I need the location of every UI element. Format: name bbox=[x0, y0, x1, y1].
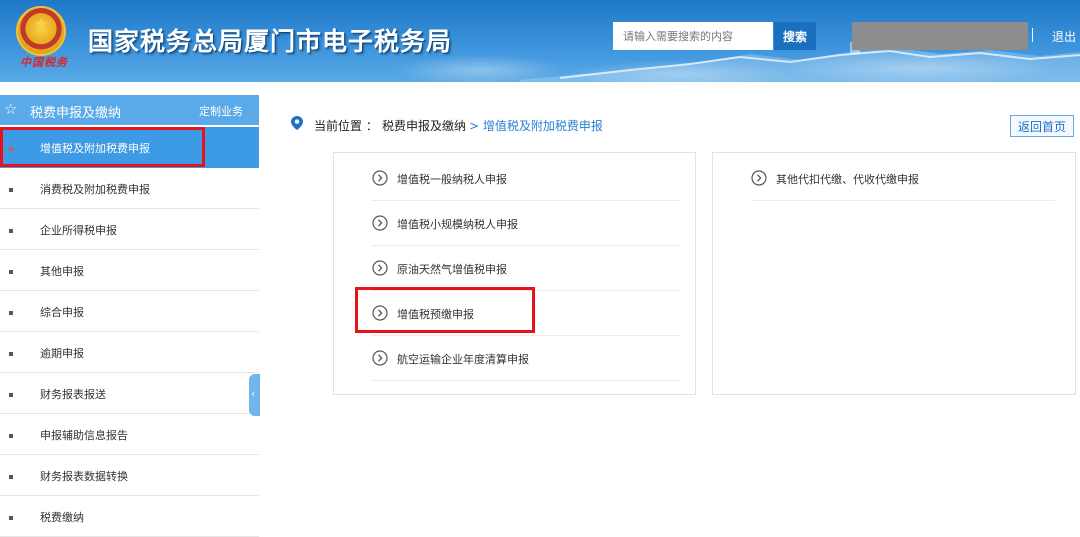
sidebar-item-label: 逾期申报 bbox=[40, 347, 84, 360]
sidebar-item-comprehensive-declaration[interactable]: 综合申报 bbox=[0, 291, 259, 332]
report-panel-left: 增值税一般纳税人申报 增值税小规模纳税人申报 原油天然气增值税申报 增值税预缴申… bbox=[333, 152, 696, 395]
chevron-right-circle-icon bbox=[372, 305, 388, 321]
bullet-icon bbox=[9, 229, 13, 233]
bullet-icon bbox=[9, 352, 13, 356]
search-button[interactable]: 搜索 bbox=[774, 22, 816, 50]
back-home-button[interactable]: 返回首页 bbox=[1010, 115, 1074, 137]
breadcrumb-prefix: 当前位置 ： bbox=[314, 119, 378, 133]
sidebar-item-tax-payment[interactable]: 税费缴纳 bbox=[0, 496, 259, 537]
bullet-icon bbox=[9, 434, 13, 438]
sidebar-item-overdue-declaration[interactable]: 逾期申报 bbox=[0, 332, 259, 373]
bullet-icon bbox=[9, 147, 13, 151]
sidebar-item-corporate-income-tax[interactable]: 企业所得税申报 bbox=[0, 209, 259, 250]
sidebar-collapse-handle[interactable]: ‹ bbox=[249, 374, 260, 416]
user-info-redacted bbox=[852, 22, 1028, 50]
sidebar: ☆ 税费申报及缴纳 定制业务 增值税及附加税费申报 消费税及附加税费申报 企业所… bbox=[0, 95, 259, 537]
breadcrumb-level2[interactable]: > 增值税及附加税费申报 bbox=[469, 117, 603, 134]
chevron-right-circle-icon bbox=[372, 350, 388, 366]
sidebar-item-auxiliary-info-report[interactable]: 申报辅助信息报告 bbox=[0, 414, 259, 455]
sidebar-item-label: 其他申报 bbox=[40, 265, 84, 278]
report-item-oil-gas-vat[interactable]: 原油天然气增值税申报 bbox=[372, 246, 680, 291]
sidebar-item-label: 税费缴纳 bbox=[40, 511, 84, 524]
logout-link[interactable]: 退出 bbox=[1052, 28, 1076, 45]
chevron-left-icon: ‹ bbox=[251, 387, 256, 400]
breadcrumb-level1[interactable]: 税费申报及缴纳 bbox=[382, 117, 466, 134]
chevron-right-circle-icon bbox=[372, 170, 388, 186]
report-item-vat-prepayment[interactable]: 增值税预缴申报 bbox=[372, 291, 680, 336]
sidebar-item-label: 增值税及附加税费申报 bbox=[40, 142, 150, 155]
sidebar-item-label: 财务报表数据转换 bbox=[40, 470, 128, 483]
report-item-withholding[interactable]: 其他代扣代缴、代收代缴申报 bbox=[751, 156, 1055, 201]
chevron-right-circle-icon bbox=[751, 170, 767, 186]
site-title: 国家税务总局厦门市电子税务局 bbox=[88, 27, 453, 56]
chevron-right-circle-icon bbox=[372, 260, 388, 276]
tax-emblem-icon: ★ bbox=[16, 6, 66, 56]
bullet-icon bbox=[9, 516, 13, 520]
report-label: 其他代扣代缴、代收代缴申报 bbox=[776, 173, 919, 186]
report-label: 增值税小规模纳税人申报 bbox=[397, 218, 518, 231]
star-icon[interactable]: ☆ bbox=[4, 101, 17, 117]
location-pin-icon bbox=[291, 116, 303, 130]
sidebar-item-other-declaration[interactable]: 其他申报 bbox=[0, 250, 259, 291]
chevron-right-circle-icon bbox=[372, 215, 388, 231]
header-divider bbox=[1032, 28, 1033, 42]
report-label: 增值税预缴申报 bbox=[397, 308, 474, 321]
bullet-icon bbox=[9, 188, 13, 192]
bullet-icon bbox=[9, 270, 13, 274]
sidebar-heading: 税费申报及缴纳 bbox=[30, 106, 122, 121]
bullet-icon bbox=[9, 311, 13, 315]
sidebar-item-label: 财务报表报送 bbox=[40, 388, 106, 401]
sidebar-item-statement-conversion[interactable]: 财务报表数据转换 bbox=[0, 455, 259, 496]
bullet-icon bbox=[9, 475, 13, 479]
bullet-icon bbox=[9, 393, 13, 397]
report-panel-right: 其他代扣代缴、代收代缴申报 bbox=[712, 152, 1076, 395]
sidebar-item-financial-statements[interactable]: 财务报表报送 bbox=[0, 373, 259, 414]
report-label: 航空运输企业年度清算申报 bbox=[397, 353, 529, 366]
emblem-script: 中国税务 bbox=[20, 56, 68, 69]
report-item-aviation-annual-settlement[interactable]: 航空运输企业年度清算申报 bbox=[372, 336, 680, 381]
sidebar-item-vat-surcharge[interactable]: 增值税及附加税费申报 bbox=[0, 127, 259, 168]
sidebar-item-label: 消费税及附加税费申报 bbox=[40, 183, 150, 196]
sidebar-item-consumption-tax[interactable]: 消费税及附加税费申报 bbox=[0, 168, 259, 209]
custom-business-link[interactable]: 定制业务 bbox=[199, 103, 243, 119]
sidebar-header: ☆ 税费申报及缴纳 定制业务 bbox=[0, 95, 259, 125]
site-header: ★ 中国税务 国家税务总局厦门市电子税务局 搜索 退出 bbox=[0, 0, 1080, 82]
sidebar-item-label: 企业所得税申报 bbox=[40, 224, 117, 237]
search-input[interactable] bbox=[613, 22, 773, 50]
sidebar-item-label: 申报辅助信息报告 bbox=[40, 429, 128, 442]
sidebar-item-label: 综合申报 bbox=[40, 306, 84, 319]
report-item-general-taxpayer[interactable]: 增值税一般纳税人申报 bbox=[372, 156, 680, 201]
report-label: 原油天然气增值税申报 bbox=[397, 263, 507, 276]
report-label: 增值税一般纳税人申报 bbox=[397, 173, 507, 186]
report-item-small-scale-taxpayer[interactable]: 增值税小规模纳税人申报 bbox=[372, 201, 680, 246]
